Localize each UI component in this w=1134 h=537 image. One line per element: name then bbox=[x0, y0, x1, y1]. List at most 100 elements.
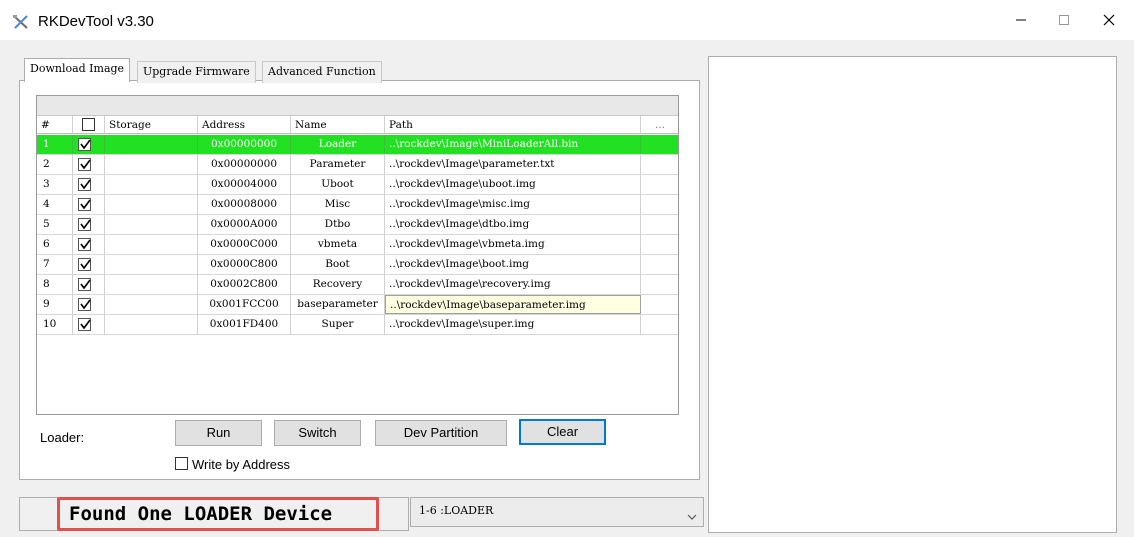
row-path[interactable]: ..\rockdev\Image\super.img bbox=[385, 315, 641, 334]
row-path[interactable]: ..\rockdev\Image\vbmeta.img bbox=[385, 235, 641, 254]
row-checkbox-cell[interactable] bbox=[73, 195, 105, 214]
row-checkbox-cell[interactable] bbox=[73, 295, 105, 314]
row-more[interactable] bbox=[641, 295, 678, 314]
row-path[interactable]: ..\rockdev\Image\baseparameter.img bbox=[385, 295, 641, 314]
column-header-more[interactable]: ... bbox=[641, 116, 678, 133]
column-header-address[interactable]: Address bbox=[198, 116, 291, 133]
row-enable-checkbox[interactable] bbox=[78, 138, 91, 151]
row-number[interactable]: 3 bbox=[37, 175, 73, 194]
row-more[interactable] bbox=[641, 135, 678, 154]
table-row[interactable]: 1 0x00000000 Loader ..\rockdev\Image\MiniLo… bbox=[37, 135, 678, 155]
row-enable-checkbox[interactable] bbox=[78, 218, 91, 231]
row-storage[interactable] bbox=[105, 255, 198, 274]
row-address[interactable]: 0x00000000 bbox=[198, 135, 291, 154]
row-name[interactable]: Boot bbox=[291, 255, 385, 274]
switch-button[interactable]: Switch bbox=[274, 420, 361, 446]
tab-download-image[interactable]: Download Image bbox=[24, 58, 131, 82]
row-enable-checkbox[interactable] bbox=[78, 258, 91, 271]
row-storage[interactable] bbox=[105, 135, 198, 154]
row-number[interactable]: 1 bbox=[37, 135, 73, 154]
dev-partition-button[interactable]: Dev Partition bbox=[375, 420, 507, 446]
minimize-button[interactable] bbox=[1006, 8, 1036, 32]
row-number[interactable]: 7 bbox=[37, 255, 73, 274]
row-name[interactable]: Recovery bbox=[291, 275, 385, 294]
row-number[interactable]: 8 bbox=[37, 275, 73, 294]
row-name[interactable]: baseparameter bbox=[291, 295, 385, 314]
row-path[interactable]: ..\rockdev\Image\recovery.img bbox=[385, 275, 641, 294]
column-header-select-all[interactable] bbox=[73, 116, 105, 133]
row-storage[interactable] bbox=[105, 315, 198, 334]
row-number[interactable]: 5 bbox=[37, 215, 73, 234]
close-button[interactable] bbox=[1094, 8, 1124, 32]
row-enable-checkbox[interactable] bbox=[78, 178, 91, 191]
row-checkbox-cell[interactable] bbox=[73, 215, 105, 234]
table-row[interactable]: 8 0x0002C800 Recovery ..\rockdev\Image\reco… bbox=[37, 275, 678, 295]
row-name[interactable]: Parameter bbox=[291, 155, 385, 174]
maximize-button[interactable] bbox=[1049, 8, 1079, 32]
column-header-path[interactable]: Path bbox=[385, 116, 641, 133]
row-storage[interactable] bbox=[105, 195, 198, 214]
table-row[interactable]: 2 0x00000000 Parameter ..\rockdev\Image\par… bbox=[37, 155, 678, 175]
row-number[interactable]: 9 bbox=[37, 295, 73, 314]
table-row[interactable]: 7 0x0000C800 Boot ..\rockdev\Image\boot.img bbox=[37, 255, 678, 275]
clear-button[interactable]: Clear bbox=[519, 419, 606, 445]
row-name[interactable]: Super bbox=[291, 315, 385, 334]
row-checkbox-cell[interactable] bbox=[73, 315, 105, 334]
row-checkbox-cell[interactable] bbox=[73, 255, 105, 274]
row-storage[interactable] bbox=[105, 235, 198, 254]
row-storage[interactable] bbox=[105, 275, 198, 294]
row-checkbox-cell[interactable] bbox=[73, 175, 105, 194]
column-header-number[interactable]: # bbox=[37, 116, 73, 133]
row-path[interactable]: ..\rockdev\Image\dtbo.img bbox=[385, 215, 641, 234]
row-name[interactable]: Loader bbox=[291, 135, 385, 154]
row-more[interactable] bbox=[641, 235, 678, 254]
row-address[interactable]: 0x00000000 bbox=[198, 155, 291, 174]
column-header-storage[interactable]: Storage bbox=[105, 116, 198, 133]
run-button[interactable]: Run bbox=[175, 420, 262, 446]
table-row[interactable]: 5 0x0000A000 Dtbo ..\rockdev\Image\dtbo.img bbox=[37, 215, 678, 235]
row-storage[interactable] bbox=[105, 295, 198, 314]
table-row[interactable]: 6 0x0000C000 vbmeta ..\rockdev\Image\vbmeta… bbox=[37, 235, 678, 255]
row-checkbox-cell[interactable] bbox=[73, 135, 105, 154]
row-path[interactable]: ..\rockdev\Image\MiniLoaderAll.bin bbox=[385, 135, 641, 154]
table-row[interactable]: 10 0x001FD400 Super ..\rockdev\Image\super.… bbox=[37, 315, 678, 335]
row-address[interactable]: 0x0000A000 bbox=[198, 215, 291, 234]
column-header-name[interactable]: Name bbox=[291, 116, 385, 133]
row-number[interactable]: 4 bbox=[37, 195, 73, 214]
row-enable-checkbox[interactable] bbox=[78, 238, 91, 251]
row-name[interactable]: Dtbo bbox=[291, 215, 385, 234]
row-enable-checkbox[interactable] bbox=[78, 198, 91, 211]
row-more[interactable] bbox=[641, 155, 678, 174]
row-name[interactable]: vbmeta bbox=[291, 235, 385, 254]
row-number[interactable]: 6 bbox=[37, 235, 73, 254]
row-enable-checkbox[interactable] bbox=[78, 158, 91, 171]
row-address[interactable]: 0x00008000 bbox=[198, 195, 291, 214]
table-row[interactable]: 9 0x001FCC00 baseparameter ..\rockdev\Image… bbox=[37, 295, 678, 315]
tab-upgrade-firmware[interactable]: Upgrade Firmware bbox=[137, 61, 256, 83]
row-path[interactable]: ..\rockdev\Image\uboot.img bbox=[385, 175, 641, 194]
row-more[interactable] bbox=[641, 315, 678, 334]
row-enable-checkbox[interactable] bbox=[78, 298, 91, 311]
row-storage[interactable] bbox=[105, 155, 198, 174]
row-enable-checkbox[interactable] bbox=[78, 278, 91, 291]
row-enable-checkbox[interactable] bbox=[78, 318, 91, 331]
row-address[interactable]: 0x00004000 bbox=[198, 175, 291, 194]
tab-advanced-function[interactable]: Advanced Function bbox=[262, 61, 382, 83]
row-name[interactable]: Misc bbox=[291, 195, 385, 214]
row-path[interactable]: ..\rockdev\Image\misc.img bbox=[385, 195, 641, 214]
row-more[interactable] bbox=[641, 255, 678, 274]
row-path[interactable]: ..\rockdev\Image\parameter.txt bbox=[385, 155, 641, 174]
row-address[interactable]: 0x001FD400 bbox=[198, 315, 291, 334]
row-storage[interactable] bbox=[105, 215, 198, 234]
row-storage[interactable] bbox=[105, 175, 198, 194]
row-address[interactable]: 0x001FCC00 bbox=[198, 295, 291, 314]
row-checkbox-cell[interactable] bbox=[73, 275, 105, 294]
device-select[interactable]: 1-6 :LOADER bbox=[410, 497, 704, 527]
row-number[interactable]: 10 bbox=[37, 315, 73, 334]
row-checkbox-cell[interactable] bbox=[73, 155, 105, 174]
row-path[interactable]: ..\rockdev\Image\boot.img bbox=[385, 255, 641, 274]
row-address[interactable]: 0x0000C000 bbox=[198, 235, 291, 254]
row-address[interactable]: 0x0002C800 bbox=[198, 275, 291, 294]
select-all-checkbox[interactable] bbox=[82, 118, 95, 131]
row-more[interactable] bbox=[641, 195, 678, 214]
